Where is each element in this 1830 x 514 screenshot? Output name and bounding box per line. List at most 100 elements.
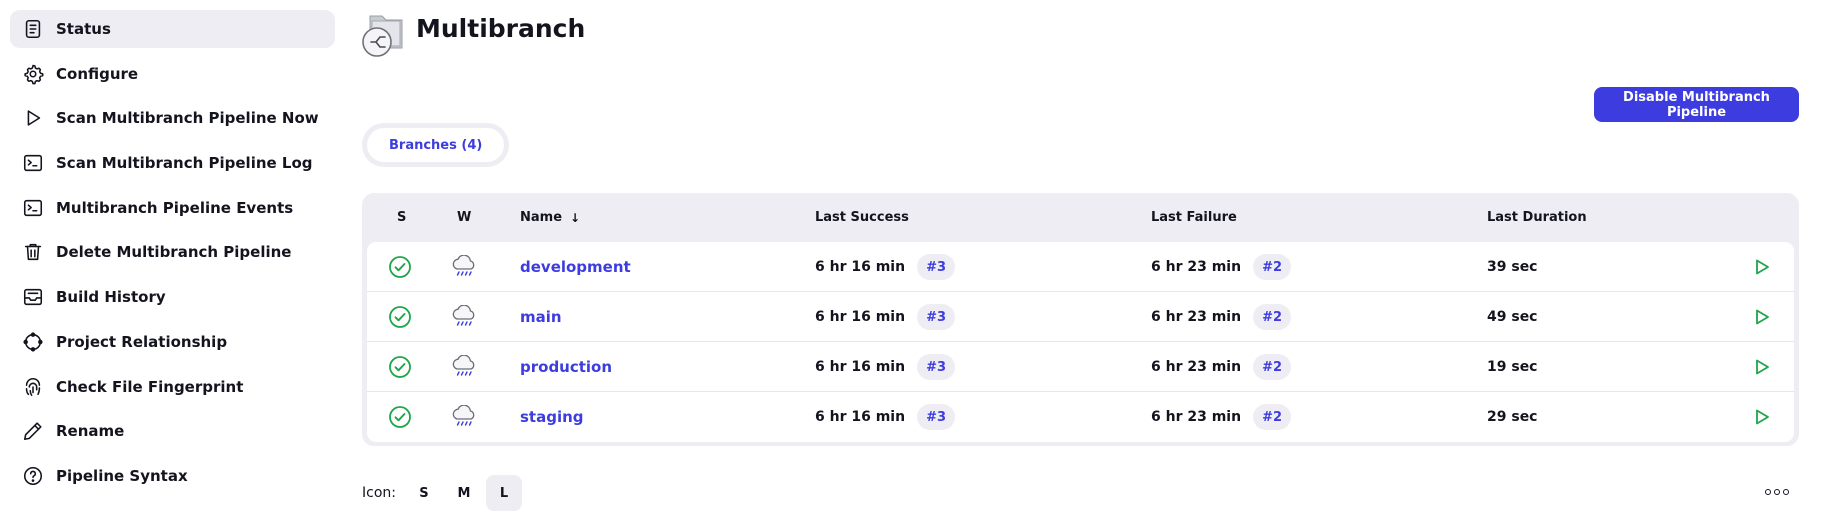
branch-link[interactable]: staging [520,408,584,426]
last-duration: 39 sec [1487,259,1538,275]
rain-cloud-icon [450,242,478,292]
sidebar-item-rename[interactable]: Rename [10,412,335,450]
sidebar: Status Configure Scan Multibranch Pipeli… [10,10,335,502]
sidebar-item-pipeline-syntax[interactable]: Pipeline Syntax [10,457,335,495]
icon-size-label: Icon: [362,485,396,501]
rain-cloud-icon [450,392,478,442]
sidebar-item-scan-log[interactable]: Scan Multibranch Pipeline Log [10,144,335,182]
build-badge[interactable]: #3 [917,354,956,380]
schedule-build-play-icon[interactable] [1752,342,1772,392]
help-circle-icon [22,465,44,487]
tab-bar: Branches (4) [362,123,510,167]
sidebar-item-label: Build History [56,288,166,307]
sidebar-item-label: Pipeline Syntax [56,466,188,485]
multibranch-folder-icon [360,8,412,60]
branch-link[interactable]: main [520,308,562,326]
play-icon [22,107,44,129]
column-header-weather[interactable]: W [457,193,471,242]
last-success-cell: 6 hr 16 min #3 [815,342,956,392]
column-header-name[interactable]: Name ↓ [520,193,580,242]
schedule-build-play-icon[interactable] [1752,392,1772,442]
disable-pipeline-button[interactable]: Disable Multibranch Pipeline [1594,87,1799,122]
rain-cloud-icon [450,342,478,392]
sidebar-item-label: Status [56,20,111,38]
sidebar-item-configure[interactable]: Configure [10,55,335,93]
column-header-last-failure[interactable]: Last Failure [1151,193,1237,242]
gear-icon [22,63,44,85]
last-duration: 29 sec [1487,409,1538,425]
sidebar-item-events[interactable]: Multibranch Pipeline Events [10,189,335,227]
sidebar-item-label: Rename [56,422,125,441]
success-icon [388,242,412,292]
status-doc-icon [22,18,44,40]
last-duration: 19 sec [1487,359,1538,375]
sidebar-item-label: Scan Multibranch Pipeline Log [56,154,313,173]
column-header-last-success[interactable]: Last Success [815,193,909,242]
last-success-time: 6 hr 16 min [815,409,906,425]
last-failure-time: 6 hr 23 min [1151,259,1242,275]
column-header-status[interactable]: S [397,193,406,242]
icon-size-s-button[interactable]: S [406,475,442,511]
sidebar-item-label: Scan Multibranch Pipeline Now [56,109,319,128]
sidebar-item-project-relationship[interactable]: Project Relationship [10,323,335,361]
inbox-icon [22,286,44,308]
sidebar-item-fingerprint[interactable]: Check File Fingerprint [10,368,335,406]
table-body: development 6 hr 16 min #3 6 hr 23 min #… [367,242,1794,442]
success-icon [388,342,412,392]
build-badge[interactable]: #2 [1253,304,1292,330]
tab-branches[interactable]: Branches (4) [367,128,505,162]
sidebar-item-label: Check File Fingerprint [56,377,244,396]
branch-link[interactable]: production [520,358,612,376]
table-header: S W Name ↓ Last Success Last Failure Las… [367,193,1794,242]
branches-table: S W Name ↓ Last Success Last Failure Las… [362,193,1799,446]
last-failure-time: 6 hr 23 min [1151,309,1242,325]
sidebar-item-label: Configure [56,64,139,83]
build-badge[interactable]: #2 [1253,404,1292,430]
terminal-icon [22,197,44,219]
sidebar-item-delete[interactable]: Delete Multibranch Pipeline [10,233,335,271]
last-failure-cell: 6 hr 23 min #2 [1151,292,1292,342]
sort-down-icon: ↓ [570,210,581,225]
more-options-icon[interactable] [1765,483,1789,501]
page-title: Multibranch [416,14,586,43]
icon-size-selector: Icon: S M L [362,474,522,512]
branch-link[interactable]: development [520,258,631,276]
last-failure-time: 6 hr 23 min [1151,359,1242,375]
icon-size-l-button[interactable]: L [485,475,522,511]
last-success-cell: 6 hr 16 min #3 [815,292,956,342]
build-badge[interactable]: #2 [1253,354,1292,380]
last-success-cell: 6 hr 16 min #3 [815,242,956,292]
icon-size-m-button[interactable]: M [446,475,482,511]
last-success-time: 6 hr 16 min [815,259,906,275]
fingerprint-icon [22,376,44,398]
sidebar-item-label: Project Relationship [56,332,228,351]
last-success-time: 6 hr 16 min [815,359,906,375]
success-icon [388,392,412,442]
terminal-icon [22,152,44,174]
last-success-cell: 6 hr 16 min #3 [815,392,956,442]
schedule-build-play-icon[interactable] [1752,292,1772,342]
rain-cloud-icon [450,292,478,342]
relationship-icon [22,331,44,353]
table-row: staging 6 hr 16 min #3 6 hr 23 min #2 29… [367,392,1794,442]
sidebar-item-scan-now[interactable]: Scan Multibranch Pipeline Now [10,99,335,137]
table-row: main 6 hr 16 min #3 6 hr 23 min #2 49 se… [367,292,1794,342]
last-success-time: 6 hr 16 min [815,309,906,325]
build-badge[interactable]: #2 [1253,254,1292,280]
sidebar-item-status[interactable]: Status [10,10,335,48]
build-badge[interactable]: #3 [917,254,956,280]
sidebar-item-build-history[interactable]: Build History [10,278,335,316]
last-duration: 49 sec [1487,309,1538,325]
column-header-last-duration[interactable]: Last Duration [1487,193,1587,242]
success-icon [388,292,412,342]
trash-icon [22,241,44,263]
table-row: production 6 hr 16 min #3 6 hr 23 min #2… [367,342,1794,392]
schedule-build-play-icon[interactable] [1752,242,1772,292]
last-failure-cell: 6 hr 23 min #2 [1151,392,1292,442]
last-failure-cell: 6 hr 23 min #2 [1151,342,1292,392]
build-badge[interactable]: #3 [917,404,956,430]
sidebar-item-label: Multibranch Pipeline Events [56,198,294,217]
build-badge[interactable]: #3 [917,304,956,330]
pencil-icon [22,420,44,442]
sidebar-item-label: Delete Multibranch Pipeline [56,243,292,262]
